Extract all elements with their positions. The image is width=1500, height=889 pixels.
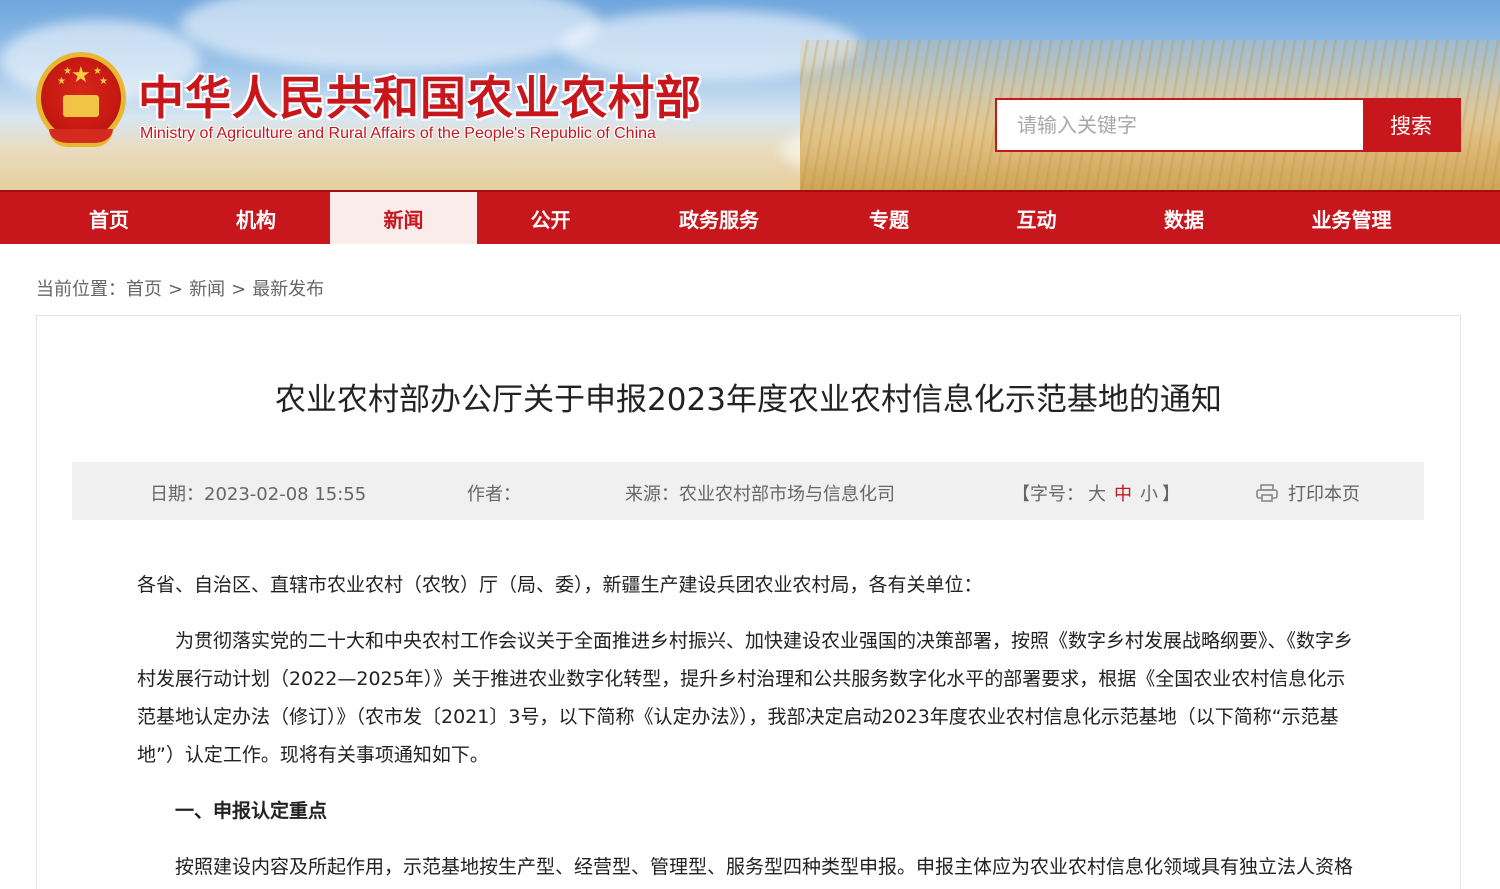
nav-item-public[interactable]: 公开 bbox=[477, 192, 624, 244]
article-date: 日期：2023-02-08 15:55 bbox=[150, 484, 367, 505]
article-author: 作者： bbox=[467, 484, 521, 505]
search-box: 搜索 bbox=[995, 98, 1461, 152]
font-size-large-button[interactable]: 大 bbox=[1088, 484, 1106, 505]
nav-item-topics[interactable]: 专题 bbox=[814, 192, 964, 244]
printer-icon bbox=[1256, 484, 1278, 502]
breadcrumb-separator: > bbox=[168, 279, 184, 300]
breadcrumb-prefix: 当前位置： bbox=[36, 279, 126, 300]
print-page-button[interactable]: 打印本页 bbox=[1256, 480, 1360, 506]
nav-item-government-services[interactable]: 政务服务 bbox=[624, 192, 814, 244]
cloud-decoration bbox=[180, 0, 600, 70]
section-heading: 一、申报认定重点 bbox=[175, 800, 328, 822]
breadcrumb-home-link[interactable]: 首页 bbox=[126, 279, 162, 300]
font-size-suffix: 】 bbox=[1162, 484, 1180, 505]
font-size-small-button[interactable]: 小 bbox=[1140, 484, 1158, 505]
font-size-control: 【字号：大中小】 bbox=[1012, 480, 1180, 506]
main-nav: 首页 机构 新闻 公开 政务服务 专题 互动 数据 业务管理 bbox=[0, 190, 1500, 244]
font-size-prefix: 【字号： bbox=[1012, 484, 1084, 505]
nav-item-business-management[interactable]: 业务管理 bbox=[1259, 192, 1444, 244]
font-size-medium-button[interactable]: 中 bbox=[1114, 484, 1132, 505]
article-title: 农业农村部办公厅关于申报2023年度农业农村信息化示范基地的通知 bbox=[275, 382, 1222, 418]
breadcrumb-separator: > bbox=[231, 279, 247, 300]
article-paragraph: 按照建设内容及所起作用，示范基地按生产型、经营型、管理型、服务型四种类型申报。申… bbox=[175, 856, 1354, 878]
national-emblem-logo[interactable]: ★ ★ ★ ★ ★ bbox=[36, 52, 126, 147]
site-title[interactable]: 中华人民共和国农业农村部 bbox=[138, 62, 702, 128]
nav-item-interaction[interactable]: 互动 bbox=[964, 192, 1109, 244]
search-input[interactable] bbox=[997, 100, 1363, 150]
breadcrumb: 当前位置：首页 > 新闻 > 最新发布 bbox=[36, 275, 324, 301]
nav-item-news[interactable]: 新闻 bbox=[330, 192, 477, 244]
breadcrumb-news-link[interactable]: 新闻 bbox=[189, 279, 225, 300]
nav-item-home[interactable]: 首页 bbox=[0, 192, 218, 244]
nav-item-data[interactable]: 数据 bbox=[1109, 192, 1259, 244]
nav-item-organization[interactable]: 机构 bbox=[218, 192, 294, 244]
header-banner: ★ ★ ★ ★ ★ 中华人民共和国农业农村部 Ministry of Agric… bbox=[0, 0, 1500, 190]
article-paragraph: 为贯彻落实党的二十大和中央农村工作会议关于全面推进乡村振兴、加快建设农业强国的决… bbox=[137, 630, 1354, 766]
article-salutation: 各省、自治区、直辖市农业农村（农牧）厅（局、委），新疆生产建设兵团农业农村局，各… bbox=[137, 574, 983, 596]
article-source: 来源：农业农村部市场与信息化司 bbox=[625, 484, 895, 505]
breadcrumb-latest-link[interactable]: 最新发布 bbox=[252, 279, 324, 300]
article-card: 农业农村部办公厅关于申报2023年度农业农村信息化示范基地的通知 日期：2023… bbox=[36, 315, 1461, 889]
search-button[interactable]: 搜索 bbox=[1363, 100, 1459, 150]
site-subtitle: Ministry of Agriculture and Rural Affair… bbox=[140, 125, 656, 142]
article-content: 各省、自治区、直辖市农业农村（农牧）厅（局、委），新疆生产建设兵团农业农村局，各… bbox=[137, 566, 1362, 889]
print-page-label: 打印本页 bbox=[1288, 484, 1360, 505]
article-meta-bar: 日期：2023-02-08 15:55 作者： 来源：农业农村部市场与信息化司 … bbox=[72, 462, 1424, 520]
